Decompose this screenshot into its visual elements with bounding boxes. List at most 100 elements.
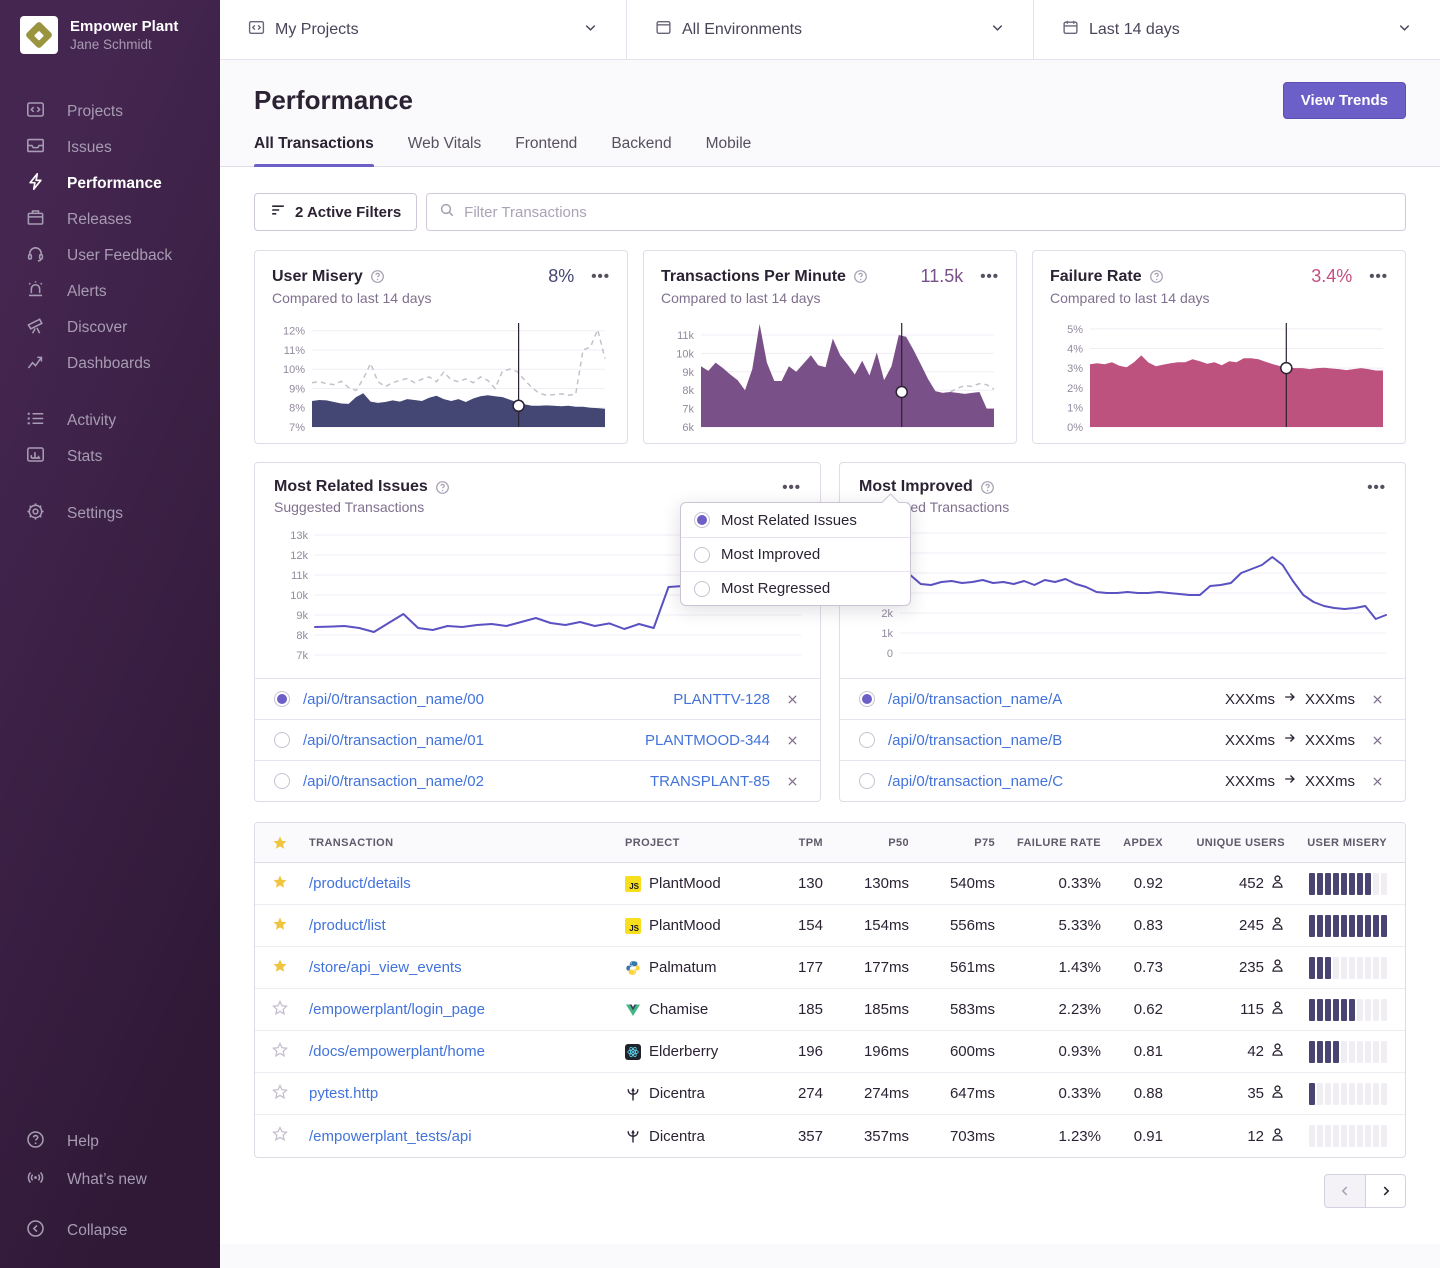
star-column-header[interactable]: [255, 835, 301, 851]
transaction-radio[interactable]: [859, 773, 875, 789]
card-value: 3.4%: [1311, 266, 1352, 287]
project-name: Palmatum: [649, 959, 717, 976]
transaction-link[interactable]: /api/0/transaction_name/00: [303, 691, 484, 708]
help-icon[interactable]: [980, 480, 995, 495]
dismiss-button[interactable]: [784, 773, 801, 790]
sidebar-item-stats[interactable]: Stats: [0, 439, 220, 475]
help-icon[interactable]: [853, 269, 868, 284]
column-header[interactable]: Apdex: [1109, 837, 1171, 849]
transaction-link[interactable]: /api/0/transaction_name/A: [888, 691, 1062, 708]
transaction-radio[interactable]: [274, 732, 290, 748]
list-item: /api/0/transaction_name/A XXXms XXXms: [840, 678, 1405, 719]
failure-rate-value: 5.33%: [1003, 917, 1109, 934]
star-outline-icon[interactable]: [272, 1000, 288, 1020]
tab-backend[interactable]: Backend: [611, 135, 671, 166]
transaction-link[interactable]: /api/0/transaction_name/02: [303, 773, 484, 790]
sidebar-item-user-feedback[interactable]: User Feedback: [0, 238, 220, 274]
transaction-radio[interactable]: [274, 691, 290, 707]
project-selector[interactable]: My Projects: [220, 0, 626, 59]
column-header[interactable]: TPM: [769, 837, 831, 849]
transaction-link[interactable]: /api/0/transaction_name/B: [888, 732, 1062, 749]
star-filled-icon[interactable]: [272, 958, 288, 978]
sidebar-item-issues[interactable]: Issues: [0, 130, 220, 166]
sidebar-item-performance[interactable]: Performance: [0, 166, 220, 202]
transaction-link[interactable]: /api/0/transaction_name/01: [303, 732, 484, 749]
column-header[interactable]: P50: [831, 837, 917, 849]
tpm-chart: 11k10k9k8k7k6k: [661, 319, 999, 431]
column-header[interactable]: Transaction: [301, 837, 617, 849]
dismiss-button[interactable]: [1369, 732, 1386, 749]
dismiss-button[interactable]: [784, 732, 801, 749]
transaction-link[interactable]: /empowerplant/login_page: [309, 1001, 485, 1018]
sidebar-item-dashboards[interactable]: Dashboards: [0, 346, 220, 382]
dropdown-option-most-regressed[interactable]: Most Regressed: [681, 571, 910, 605]
widget-menu-button[interactable]: •••: [782, 479, 801, 496]
card-menu-button[interactable]: •••: [591, 268, 610, 285]
star-outline-icon[interactable]: [272, 1126, 288, 1146]
tab-all-transactions[interactable]: All Transactions: [254, 135, 374, 166]
star-outline-icon[interactable]: [272, 1042, 288, 1062]
sidebar-item-settings[interactable]: Settings: [0, 496, 220, 532]
svg-text:7k: 7k: [296, 650, 308, 662]
dismiss-button[interactable]: [1369, 691, 1386, 708]
help-icon[interactable]: [435, 480, 450, 495]
sidebar-item-discover[interactable]: Discover: [0, 310, 220, 346]
transaction-link[interactable]: /docs/empowerplant/home: [309, 1043, 485, 1060]
column-header[interactable]: Project: [617, 837, 769, 849]
card-menu-button[interactable]: •••: [1369, 268, 1388, 285]
dropdown-option-most-related-issues[interactable]: Most Related Issues: [681, 503, 910, 537]
widget-title: Most Improved: [859, 478, 973, 496]
option-radio[interactable]: [694, 512, 710, 528]
help-icon[interactable]: [370, 269, 385, 284]
table-row: pytest.http Dicentra 274 274ms 647ms: [255, 1073, 1405, 1115]
transaction-link[interactable]: /product/details: [309, 875, 411, 892]
widget-menu-button[interactable]: •••: [1367, 479, 1386, 496]
column-header[interactable]: Failure Rate: [1003, 837, 1109, 849]
sidebar-item-projects[interactable]: Projects: [0, 94, 220, 130]
column-header[interactable]: User Misery: [1293, 837, 1405, 849]
transaction-link[interactable]: /product/list: [309, 917, 386, 934]
sidebar-item-activity[interactable]: Activity: [0, 403, 220, 439]
tab-web-vitals[interactable]: Web Vitals: [408, 135, 482, 166]
transaction-radio[interactable]: [859, 691, 875, 707]
active-filters-button[interactable]: 2 Active Filters: [254, 193, 417, 231]
view-trends-button[interactable]: View Trends: [1283, 82, 1406, 119]
star-filled-icon[interactable]: [272, 916, 288, 936]
sidebar-item-alerts[interactable]: Alerts: [0, 274, 220, 310]
p75-value: 600ms: [917, 1043, 1003, 1060]
option-radio[interactable]: [694, 547, 710, 563]
date-range-selector[interactable]: Last 14 days: [1033, 0, 1440, 59]
transaction-link[interactable]: /store/api_view_events: [309, 959, 462, 976]
dismiss-button[interactable]: [784, 691, 801, 708]
issue-link[interactable]: PLANTMOOD-344: [645, 732, 770, 749]
tab-frontend[interactable]: Frontend: [515, 135, 577, 166]
tab-mobile[interactable]: Mobile: [706, 135, 752, 166]
help-icon[interactable]: [1149, 269, 1164, 284]
transaction-radio[interactable]: [859, 732, 875, 748]
table-row: /store/api_view_events Palmatum 177 177m…: [255, 947, 1405, 989]
transaction-link[interactable]: /api/0/transaction_name/C: [888, 773, 1063, 790]
org-switcher[interactable]: Empower Plant Jane Schmidt: [0, 0, 220, 54]
card-title: User Misery: [272, 268, 363, 286]
card-menu-button[interactable]: •••: [980, 268, 999, 285]
dismiss-button[interactable]: [1369, 773, 1386, 790]
issue-link[interactable]: TRANSPLANT-85: [650, 773, 770, 790]
sidebar-item-releases[interactable]: Releases: [0, 202, 220, 238]
column-header[interactable]: Unique Users: [1171, 837, 1293, 849]
sidebar-collapse-button[interactable]: Collapse: [0, 1212, 220, 1250]
star-filled-icon[interactable]: [272, 874, 288, 894]
column-header[interactable]: P75: [917, 837, 1003, 849]
transaction-radio[interactable]: [274, 773, 290, 789]
transaction-link[interactable]: pytest.http: [309, 1085, 378, 1102]
environment-selector[interactable]: All Environments: [626, 0, 1033, 59]
transaction-link[interactable]: /empowerplant_tests/api: [309, 1128, 472, 1145]
option-radio[interactable]: [694, 581, 710, 597]
previous-page-button[interactable]: [1324, 1174, 1365, 1208]
sidebar-item-whats-new[interactable]: What’s new: [0, 1161, 220, 1199]
next-page-button[interactable]: [1365, 1174, 1406, 1208]
star-outline-icon[interactable]: [272, 1084, 288, 1104]
issue-link[interactable]: PLANTTV-128: [673, 691, 770, 708]
search-input[interactable]: [464, 204, 1393, 221]
dropdown-option-most-improved[interactable]: Most Improved: [681, 537, 910, 571]
sidebar-item-help[interactable]: Help: [0, 1123, 220, 1161]
